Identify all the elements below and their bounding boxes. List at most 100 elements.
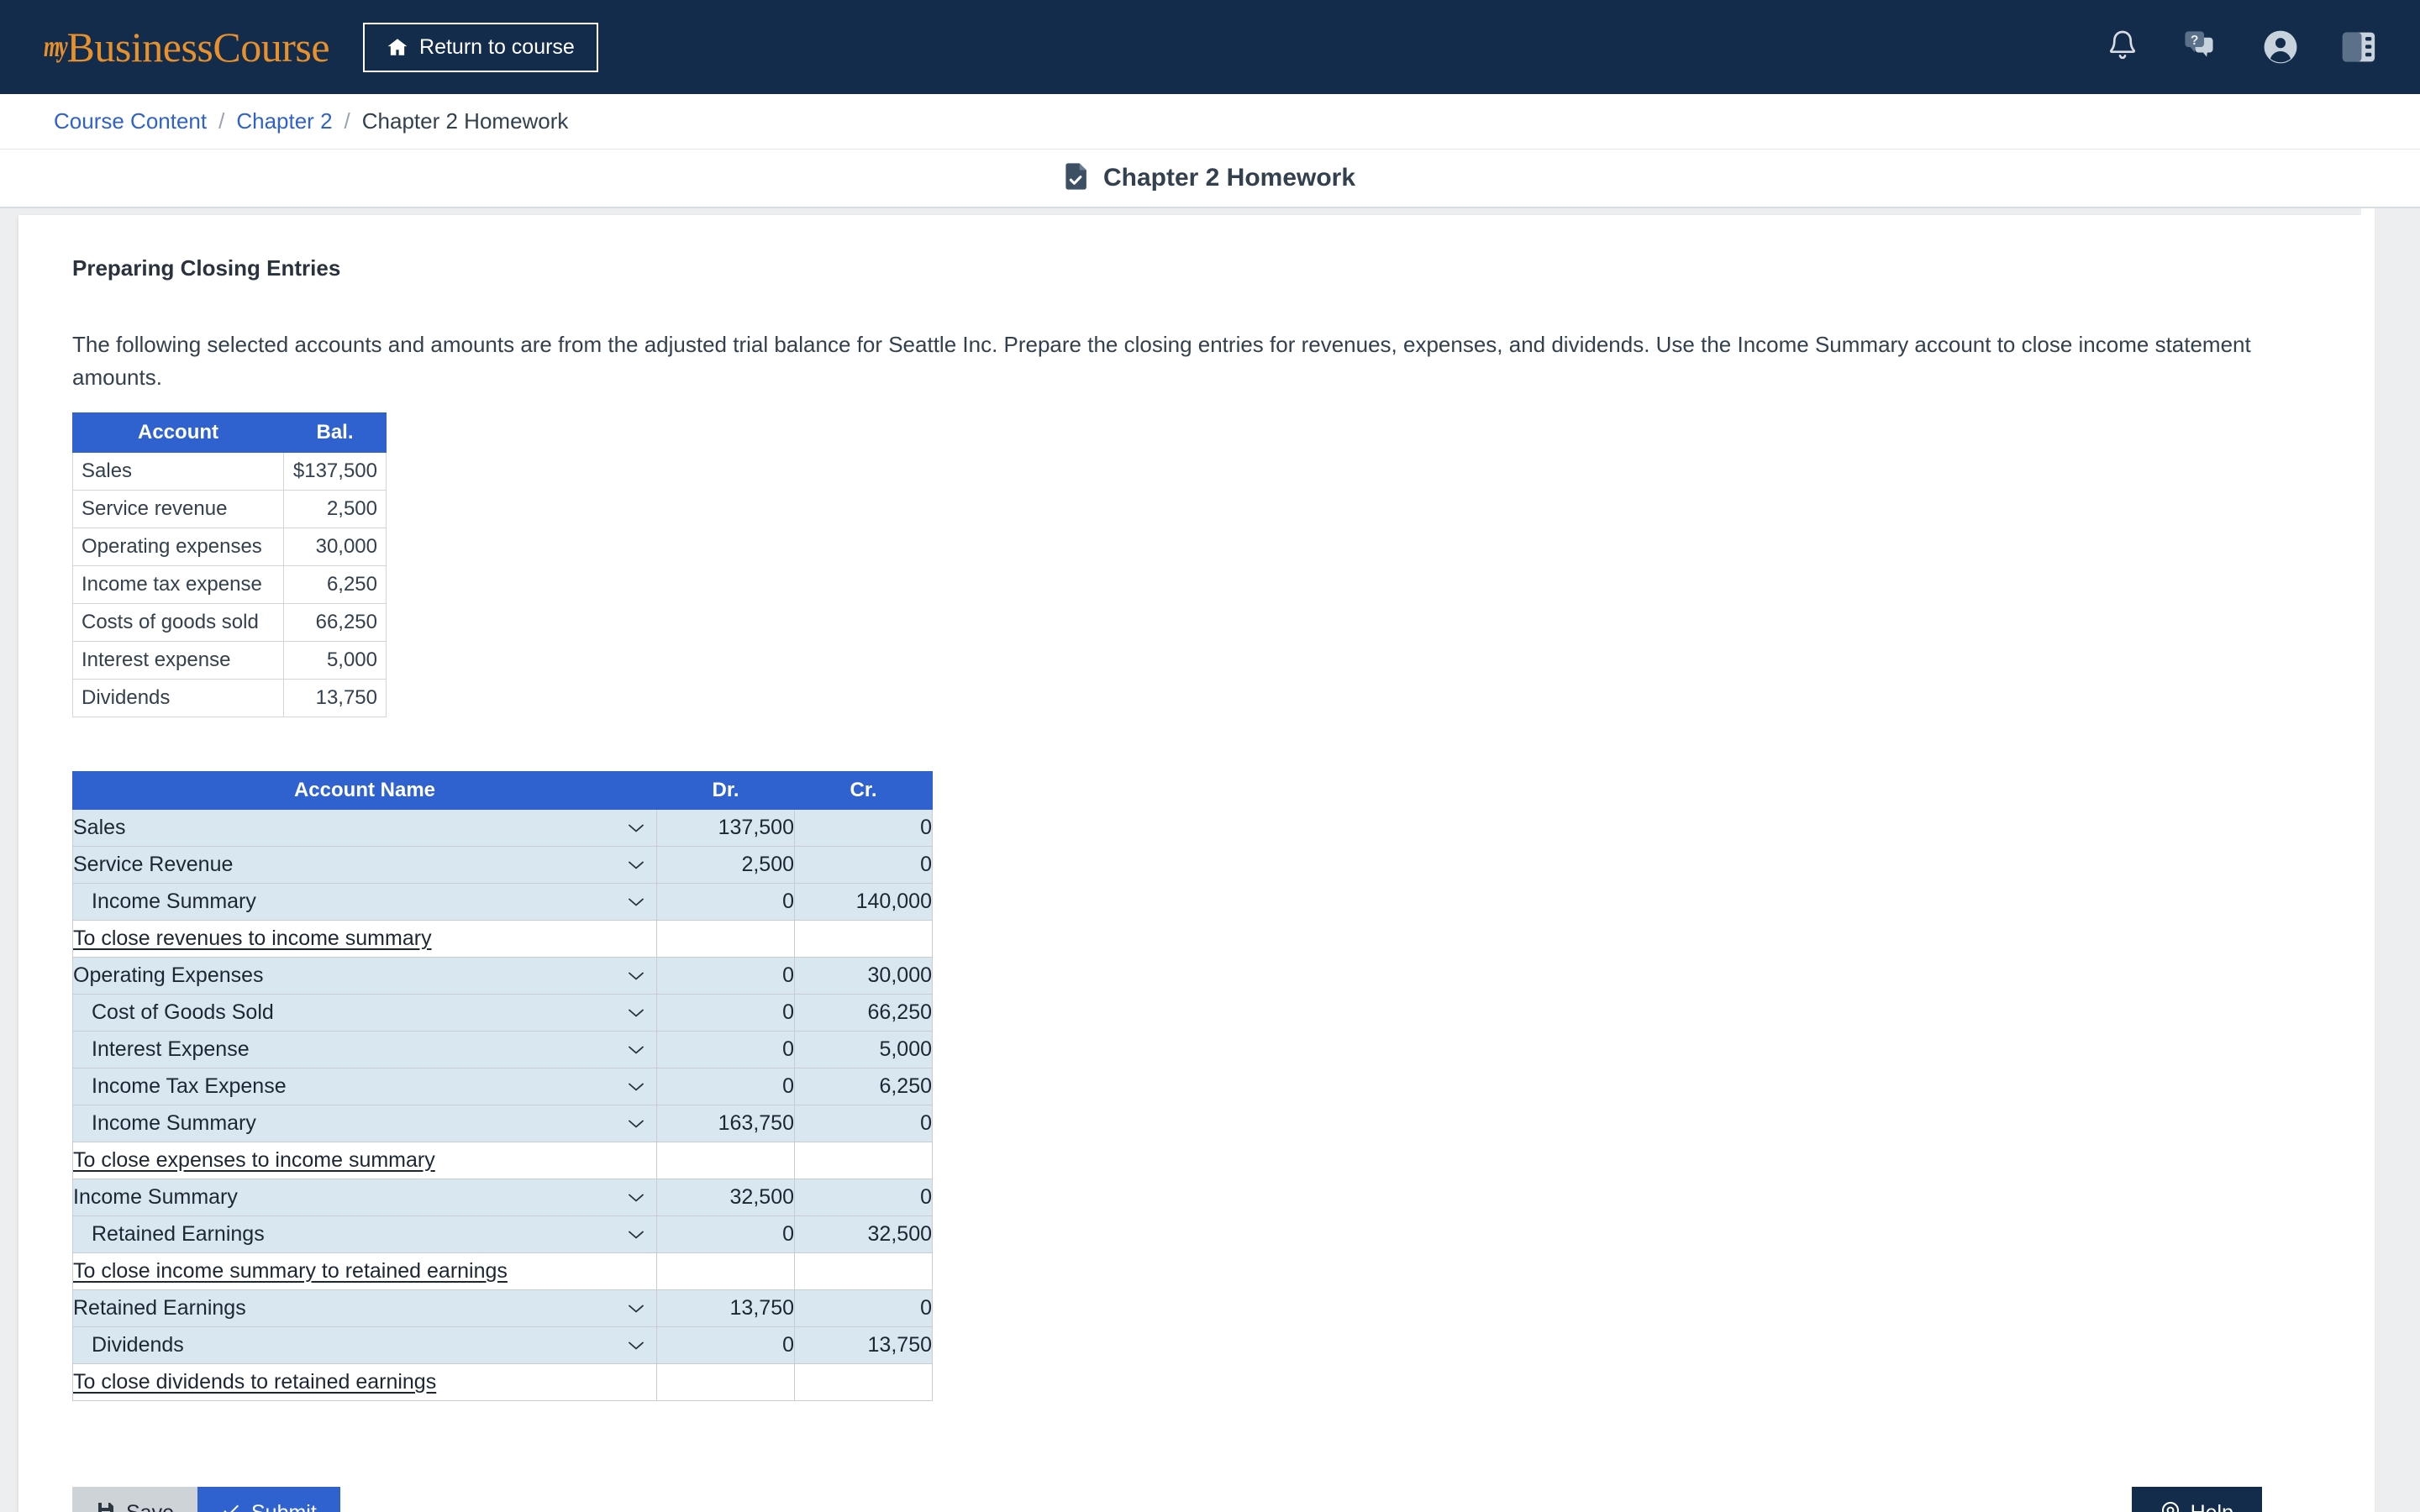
debit-amount-input[interactable]: 0: [656, 957, 795, 995]
app-logo[interactable]: my BusinessCourse: [44, 23, 330, 71]
page-title-bar: Chapter 2 Homework: [0, 150, 2420, 208]
table-row: Dividends 13,750: [72, 679, 387, 717]
lifebuoy-icon: [2160, 1500, 2181, 1512]
breadcrumb-item-course-content[interactable]: Course Content: [54, 108, 207, 134]
debit-amount-input[interactable]: 0: [656, 994, 795, 1032]
balance-amount: 13,750: [283, 679, 387, 717]
help-button[interactable]: Help: [2131, 1487, 2262, 1512]
credit-amount-input[interactable]: 0: [794, 809, 933, 847]
balance-account-name: Service revenue: [72, 490, 284, 528]
credit-amount-empty: [794, 1252, 933, 1290]
debit-amount-input[interactable]: 0: [656, 1215, 795, 1253]
balance-amount: 66,250: [283, 603, 387, 642]
debit-amount-input[interactable]: 2,500: [656, 846, 795, 884]
debit-amount-input[interactable]: 163,750: [656, 1105, 795, 1142]
entry-description-input[interactable]: To close expenses to income summary: [72, 1142, 657, 1179]
account-name-select[interactable]: Income Summary: [72, 1179, 657, 1216]
credit-amount-input[interactable]: 0: [794, 1105, 933, 1142]
credit-amount-input[interactable]: 0: [794, 846, 933, 884]
debit-amount-input[interactable]: 0: [656, 1326, 795, 1364]
table-row: Income tax expense 6,250: [72, 565, 387, 604]
debit-amount-input[interactable]: 32,500: [656, 1179, 795, 1216]
journal-entry-row: Sales 137,500 0: [72, 809, 933, 847]
credit-amount-input[interactable]: 32,500: [794, 1215, 933, 1253]
account-name-select[interactable]: Retained Earnings: [72, 1289, 657, 1327]
debit-amount-empty: [656, 920, 795, 958]
entry-description-text: To close dividends to retained earnings: [73, 1370, 437, 1394]
journal-entry-row: Income Summary 0 140,000: [72, 883, 933, 921]
return-to-course-button[interactable]: Return to course: [363, 22, 598, 72]
credit-amount-input[interactable]: 66,250: [794, 994, 933, 1032]
logo-main-text: BusinessCourse: [66, 24, 330, 71]
trial-balance-table: Account Bal. Sales $137,500 Service revenu…: [72, 412, 387, 717]
entry-description-text: To close income summary to retained earn…: [73, 1259, 508, 1283]
submit-button[interactable]: Submit: [197, 1487, 340, 1512]
breadcrumb-item-chapter-2[interactable]: Chapter 2: [236, 108, 332, 134]
debit-amount-input[interactable]: 0: [656, 1031, 795, 1068]
account-name-select[interactable]: Service Revenue: [72, 846, 657, 884]
balance-amount: 30,000: [283, 528, 387, 566]
credit-amount-input[interactable]: 0: [794, 1179, 933, 1216]
debit-amount-empty: [656, 1363, 795, 1401]
account-name-value: Operating Expenses: [73, 963, 264, 987]
account-name-select[interactable]: Income Summary: [72, 883, 657, 921]
balance-account-name: Interest expense: [72, 641, 284, 680]
credit-amount-input[interactable]: 30,000: [794, 957, 933, 995]
journal-entry-table: Account Name Dr. Cr. Sales 137,500 0 Servic…: [72, 771, 933, 1401]
account-name-select[interactable]: Dividends: [72, 1326, 657, 1364]
balance-account-name: Operating expenses: [72, 528, 284, 566]
table-header-row: Account Name Dr. Cr.: [72, 771, 933, 810]
balance-account-name: Dividends: [72, 679, 284, 717]
notifications-bell-icon[interactable]: [2106, 29, 2139, 66]
account-name-value: Retained Earnings: [73, 1296, 246, 1320]
entry-description-input[interactable]: To close dividends to retained earnings: [72, 1363, 657, 1401]
account-name-select[interactable]: Retained Earnings: [72, 1215, 657, 1253]
table-row: Service revenue 2,500: [72, 490, 387, 528]
account-name-select[interactable]: Sales: [72, 809, 657, 847]
document-check-icon: [1065, 162, 1090, 195]
journal-description-row: To close expenses to income summary: [72, 1142, 933, 1179]
assignment-content-card: Preparing Closing Entries The following …: [18, 215, 2361, 1512]
balance-amount: 2,500: [283, 490, 387, 528]
entry-description-input[interactable]: To close revenues to income summary: [72, 920, 657, 958]
debit-amount-input[interactable]: 0: [656, 1068, 795, 1105]
journal-entry-row: Cost of Goods Sold 0 66,250: [72, 994, 933, 1032]
journal-entry-row: Service Revenue 2,500 0: [72, 846, 933, 884]
user-account-icon[interactable]: [2262, 29, 2299, 66]
table-row: Operating expenses 30,000: [72, 528, 387, 566]
account-name-select[interactable]: Interest Expense: [72, 1031, 657, 1068]
account-name-select[interactable]: Income Summary: [72, 1105, 657, 1142]
journal-entry-row: Income Summary 163,750 0: [72, 1105, 933, 1142]
breadcrumb-separator: /: [344, 108, 350, 134]
account-name-value: Dividends: [92, 1333, 184, 1357]
breadcrumb-item-current: Chapter 2 Homework: [361, 108, 569, 134]
debit-amount-input[interactable]: 0: [656, 883, 795, 921]
debit-amount-input[interactable]: 137,500: [656, 809, 795, 847]
journal-description-row: To close dividends to retained earnings: [72, 1363, 933, 1401]
credit-amount-input[interactable]: 0: [794, 1289, 933, 1327]
account-name-value: Cost of Goods Sold: [92, 1000, 274, 1024]
panel-toggle-icon[interactable]: [2341, 30, 2376, 64]
column-header-debit: Dr.: [656, 771, 795, 810]
journal-entry-row: Interest Expense 0 5,000: [72, 1031, 933, 1068]
balance-amount: 6,250: [283, 565, 387, 604]
journal-entry-body: Sales 137,500 0 Service Revenue 2,500 0 Income…: [72, 809, 933, 1401]
entry-description-input[interactable]: To close income summary to retained earn…: [72, 1252, 657, 1290]
credit-amount-input[interactable]: 140,000: [794, 883, 933, 921]
debit-amount-input[interactable]: 13,750: [656, 1289, 795, 1327]
entry-description-text: To close revenues to income summary: [73, 927, 432, 950]
save-button[interactable]: Save: [72, 1487, 197, 1512]
credit-amount-input[interactable]: 5,000: [794, 1031, 933, 1068]
account-name-value: Income Summary: [73, 1185, 238, 1209]
table-row: Interest expense 5,000: [72, 641, 387, 680]
submit-icon: [221, 1500, 241, 1512]
journal-entry-row: Income Tax Expense 0 6,250: [72, 1068, 933, 1105]
balance-account-name: Sales: [72, 452, 284, 491]
account-name-select[interactable]: Income Tax Expense: [72, 1068, 657, 1105]
account-name-select[interactable]: Operating Expenses: [72, 957, 657, 995]
help-chat-icon[interactable]: ?: [2181, 29, 2220, 65]
credit-amount-input[interactable]: 13,750: [794, 1326, 933, 1364]
account-name-select[interactable]: Cost of Goods Sold: [72, 994, 657, 1032]
top-navigation-bar: my BusinessCourse Return to course ?: [0, 0, 2420, 94]
credit-amount-input[interactable]: 6,250: [794, 1068, 933, 1105]
